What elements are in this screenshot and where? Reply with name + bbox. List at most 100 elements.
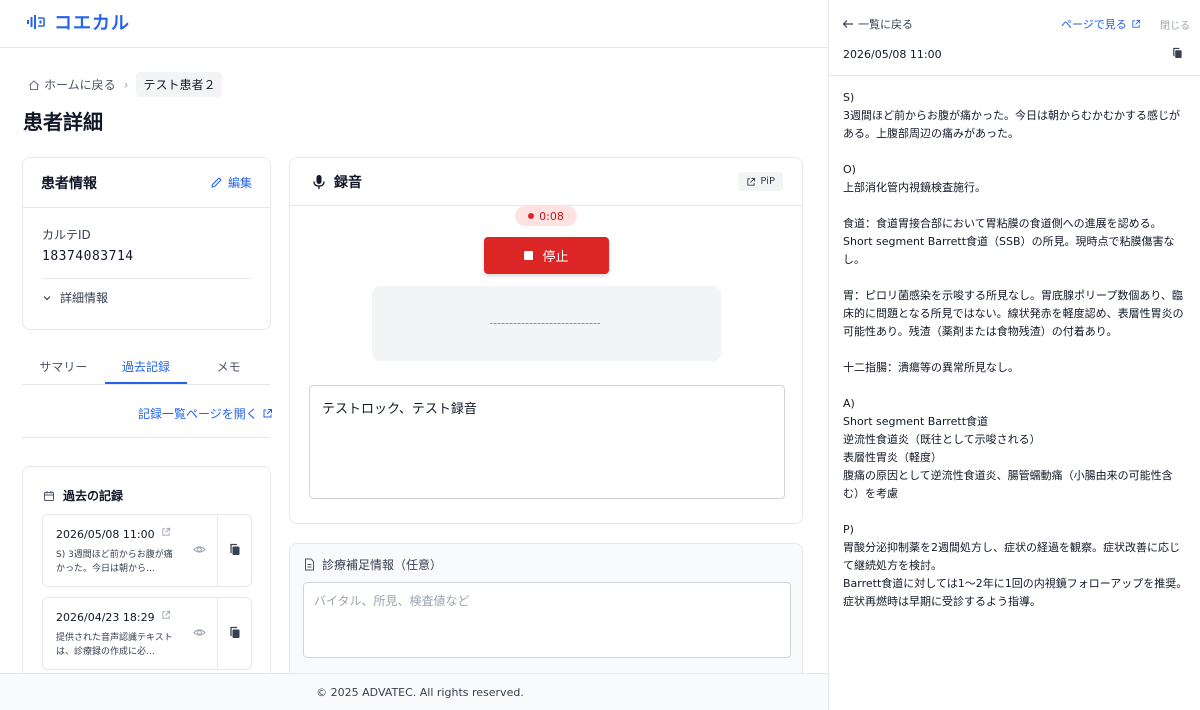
record-detail-drawer: 一覧に戻る ページで見る 閉じる 2026/05/08 11:00 S) 3週間ほ… (828, 0, 1200, 710)
app-logo[interactable]: コエカル (26, 9, 130, 35)
tab-bar: サマリー 過去記録 メモ (22, 348, 270, 385)
record-content-line: 胃酸分泌抑制薬を2週間処方し、症状の経過を観察。症状改善に応じて継続処方を検討。 (843, 541, 1180, 572)
patient-card-title: 患者情報 (41, 175, 97, 192)
breadcrumb-current: テスト患者２ (136, 72, 223, 97)
recording-card-header: 録音 PiP (290, 158, 802, 206)
external-link-icon (1131, 19, 1141, 29)
tab-memo[interactable]: メモ (187, 348, 270, 384)
recording-title-label: 録音 (334, 174, 362, 191)
waveform-display (372, 286, 721, 361)
supplement-title: 診療補足情報（任意） (304, 556, 442, 573)
chart-id-label: カルテID (42, 228, 91, 242)
eye-icon[interactable] (193, 543, 206, 556)
pencil-icon (210, 176, 223, 189)
arrow-left-icon (842, 19, 854, 29)
stop-button[interactable]: 停止 (484, 237, 609, 274)
breadcrumb: ホームに戻る › テスト患者２ (28, 72, 223, 97)
recording-title: 録音 (312, 172, 362, 192)
open-records-list-link[interactable]: 記録一覧ページを開く (138, 405, 273, 422)
patient-card-body: カルテID 18374083714 詳細情報 (23, 208, 270, 324)
copy-icon[interactable] (1172, 47, 1183, 59)
list-item: 2026/05/08 11:00 S) 3週間ほど前からお腹が痛かった。今日は朝… (42, 514, 252, 587)
record-snippet: 提供された音声認識テキストは、診療録の作成に必… (56, 633, 173, 657)
view-page-link[interactable]: ページで見る (1061, 16, 1141, 32)
pip-button[interactable]: PiP (738, 172, 783, 191)
breadcrumb-home-label: ホームに戻る (44, 78, 116, 92)
divider (42, 278, 251, 279)
record-content-line: 胃：ピロリ菌感染を示唆する所見なし。胃底腺ポリープ数個あり、臨床的に問題となる所… (843, 289, 1184, 338)
record-snippet: S) 3週間ほど前からお腹が痛かった。今日は朝から… (56, 550, 173, 574)
chevron-right-icon: › (123, 77, 129, 92)
record-content: S) 3週間ほど前からお腹が痛かった。今日は朝からむかむかする感じがある。上腹部周… (843, 89, 1189, 611)
divider (22, 437, 270, 438)
home-icon (28, 79, 40, 91)
drawer-record-date: 2026/05/08 11:00 (843, 48, 942, 61)
details-toggle[interactable]: 詳細情報 (42, 289, 251, 306)
eye-icon[interactable] (193, 626, 206, 639)
main-area: コエカル ホームに戻る › テスト患者２ 患者詳細 患者情報 編集 カルテID … (0, 0, 828, 710)
breadcrumb-home-link[interactable]: ホームに戻る (28, 76, 116, 93)
calendar-icon (43, 490, 55, 502)
record-content-line: A) (843, 397, 855, 410)
record-content-line: 腹痛の原因として逆流性食道炎、腸管蠕動痛（小腸由来の可能性含む）を考慮 (843, 469, 1173, 500)
record-content-line: Barrett食道に対しては1〜2年に1回の内視鏡フォローアップを推奨。 (843, 577, 1188, 590)
copy-icon[interactable] (229, 626, 241, 639)
view-page-label: ページで見る (1061, 18, 1127, 31)
stop-icon (524, 251, 534, 260)
supplement-title-label: 診療補足情報（任意） (322, 558, 443, 572)
close-button[interactable]: 閉じる (1160, 17, 1190, 32)
waveform-logo-icon (26, 12, 46, 32)
record-content-line: P) (843, 523, 854, 536)
external-link-icon[interactable] (161, 527, 171, 537)
recording-timer-value: 0:08 (539, 209, 564, 223)
supplement-textarea[interactable]: バイタル、所見、検査値など (303, 582, 791, 658)
tab-summary[interactable]: サマリー (22, 348, 105, 384)
copy-icon[interactable] (229, 543, 241, 556)
record-date: 2026/05/08 11:00 (56, 528, 155, 541)
record-content-line: 食道：食道胃接合部において胃粘膜の食道側への進展を認める。Short segme… (843, 217, 1175, 266)
record-content-line: 上部消化管内視鏡検査施行。 (843, 181, 986, 194)
page-title: 患者詳細 (23, 110, 103, 134)
record-content-line: Short segment Barrett食道 (843, 415, 989, 428)
back-to-list-label: 一覧に戻る (858, 18, 913, 31)
waveform-line (490, 323, 600, 324)
back-to-list-button[interactable]: 一覧に戻る (842, 16, 913, 32)
external-link-icon (262, 408, 273, 419)
record-date: 2026/04/23 18:29 (56, 611, 155, 624)
edit-button[interactable]: 編集 (210, 174, 252, 191)
recording-card: 録音 PiP 0:08 停止 テストロック、テスト録音 (289, 157, 803, 524)
document-icon (304, 558, 315, 571)
transcript-textarea[interactable]: テストロック、テスト録音 (309, 385, 785, 499)
external-link-icon (746, 177, 756, 187)
chevron-down-icon (42, 293, 52, 303)
record-content-line: 逆流性食道炎（既往として示唆される） (843, 433, 1041, 446)
patient-info-card: 患者情報 編集 カルテID 18374083714 詳細情報 (22, 157, 271, 330)
record-content-line: S) (843, 91, 855, 104)
edit-button-label: 編集 (227, 176, 252, 190)
record-content-line: 症状再燃時は早期に受診するよう指導。 (843, 595, 1041, 608)
patient-card-header: 患者情報 編集 (23, 158, 270, 208)
list-item: 2026/04/23 18:29 提供された音声認識テキストは、診療録の作成に必… (42, 597, 252, 670)
external-link-icon[interactable] (161, 610, 171, 620)
chart-id-value: 18374083714 (42, 249, 134, 264)
record-preview[interactable]: 2026/04/23 18:29 提供された音声認識テキストは、診療録の作成に必… (43, 598, 218, 669)
past-records-title-label: 過去の記録 (63, 489, 124, 503)
supplement-card: 診療補足情報（任意） バイタル、所見、検査値など (289, 543, 803, 693)
stop-button-label: 停止 (542, 250, 569, 265)
record-preview[interactable]: 2026/05/08 11:00 S) 3週間ほど前からお腹が痛かった。今日は朝… (43, 515, 218, 586)
record-content-line: 十二指腸：潰瘍等の異常所見なし。 (843, 361, 1019, 374)
past-records-card: 過去の記録 2026/05/08 11:00 S) 3週間ほど前からお腹が痛かっ… (22, 466, 271, 696)
record-content-line: O) (843, 163, 856, 176)
app-name: コエカル (54, 13, 130, 34)
pip-button-label: PiP (760, 176, 775, 187)
top-bar: コエカル (0, 0, 828, 48)
past-records-title: 過去の記録 (43, 487, 123, 504)
recording-dot-icon (528, 213, 535, 219)
drawer-header: 一覧に戻る ページで見る 閉じる 2026/05/08 11:00 (829, 0, 1200, 76)
microphone-icon (312, 174, 326, 190)
tab-past-records[interactable]: 過去記録 (104, 348, 188, 384)
